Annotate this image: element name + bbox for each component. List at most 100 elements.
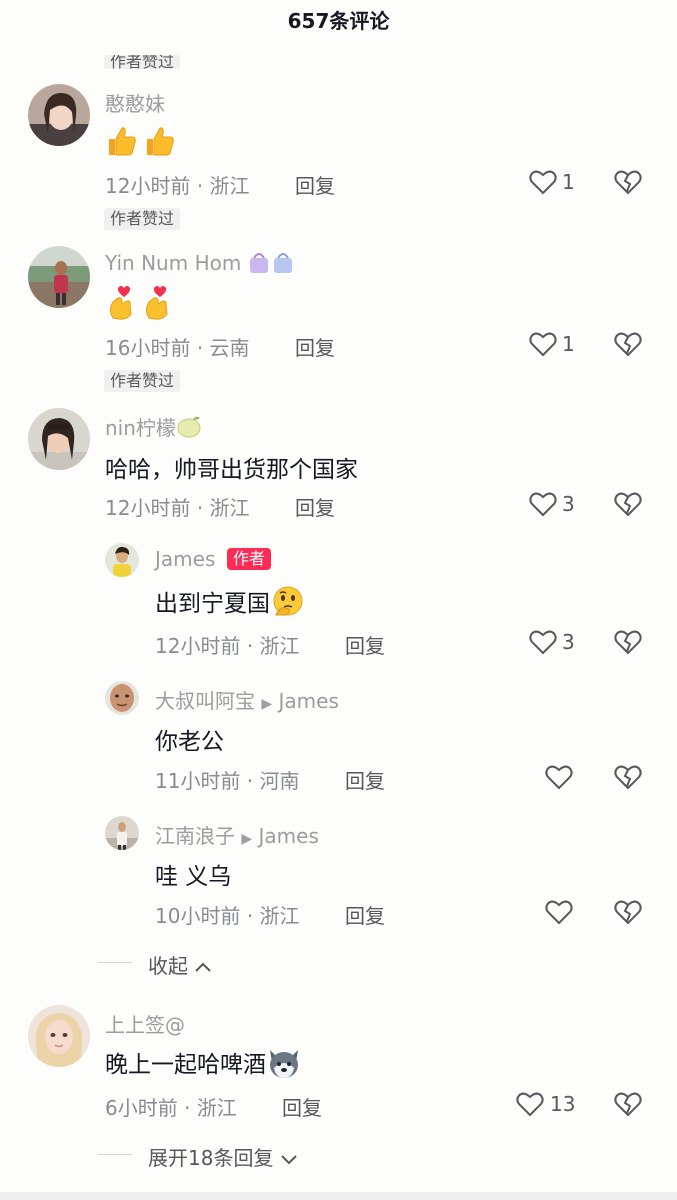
comment-location: 浙江 — [196, 1096, 237, 1120]
chevron-down-icon — [280, 1146, 298, 1170]
reply-button[interactable]: 回复 — [295, 332, 335, 361]
author-name-text: nin柠檬 — [105, 416, 176, 440]
comment-location: 浙江 — [209, 174, 250, 198]
like-count: 1 — [562, 332, 575, 356]
reply-meta: 12小时前 · 浙江 — [155, 630, 300, 659]
heart-outline-icon[interactable] — [529, 491, 557, 517]
reply-location: 河南 — [259, 769, 300, 793]
author-name-text: 江南浪子 — [155, 824, 235, 848]
divider — [98, 962, 132, 963]
author-name-text: Yin Num Hom — [105, 251, 242, 275]
comment-content: 晚上一起哈啤酒 — [105, 1045, 302, 1086]
comment-location: 浙江 — [209, 496, 250, 520]
reply-to-name[interactable]: James — [259, 824, 319, 848]
author-liked-badge: 作者赞过 — [104, 55, 181, 69]
lemon-icon — [176, 416, 202, 440]
comment-meta: 12小时前 · 浙江 — [105, 170, 250, 199]
reply-location: 浙江 — [259, 904, 300, 928]
author-liked-badge: 作者赞过 — [104, 208, 181, 230]
heart-outline-icon[interactable] — [529, 331, 557, 357]
divider — [98, 1154, 132, 1155]
broken-heart-icon[interactable] — [614, 331, 642, 357]
separator: · — [246, 634, 254, 658]
reply-button[interactable]: 回复 — [282, 1092, 322, 1121]
broken-heart-icon[interactable] — [614, 169, 642, 195]
comment-text: 晚上一起哈啤酒 — [105, 1052, 266, 1078]
comment-time: 6小时前 — [105, 1096, 178, 1120]
reply-author-name[interactable]: 江南浪子 ▶ James — [155, 820, 319, 849]
comment-location: 云南 — [209, 336, 250, 360]
broken-heart-icon[interactable] — [614, 491, 642, 517]
thumbs-up-icon — [143, 124, 177, 164]
heart-outline-icon[interactable] — [529, 169, 557, 195]
comment-time: 16小时前 — [105, 336, 191, 360]
separator: · — [196, 174, 204, 198]
reply-time: 10小时前 — [155, 904, 241, 928]
reply-author-name[interactable]: James — [155, 547, 215, 571]
reply-author-name[interactable]: 大叔叫阿宝 ▶ James — [155, 685, 339, 714]
separator: · — [184, 1096, 191, 1120]
reply-content: 出到宁夏国 — [155, 584, 306, 625]
comment-content: 哈哈，帅哥出货那个国家 — [105, 457, 358, 483]
broken-heart-icon[interactable] — [614, 899, 642, 925]
reply-button[interactable]: 回复 — [345, 765, 385, 794]
thumbs-up-icon — [105, 124, 139, 164]
heart-outline-icon[interactable] — [545, 899, 573, 925]
triangle-right-icon: ▶ — [261, 696, 273, 712]
broken-heart-icon[interactable] — [614, 1091, 642, 1117]
collapse-button[interactable]: 收起 — [148, 950, 212, 979]
separator: · — [246, 769, 254, 793]
reply-meta: 10小时前 · 浙江 — [155, 900, 300, 929]
bottom-edge — [0, 1192, 677, 1200]
reply-meta: 11小时前 · 河南 — [155, 765, 300, 794]
author-tag: 作者 — [227, 548, 272, 570]
finger-heart-icon — [105, 284, 137, 326]
reply-time: 12小时前 — [155, 634, 241, 658]
reply-time: 11小时前 — [155, 769, 241, 793]
chevron-up-icon — [194, 954, 212, 978]
comment-content — [105, 124, 177, 164]
avatar[interactable] — [105, 543, 139, 577]
like-count: 3 — [562, 492, 575, 516]
avatar[interactable] — [28, 408, 90, 470]
heart-outline-icon[interactable] — [545, 764, 573, 790]
author-name-text: 大叔叫阿宝 — [155, 689, 255, 713]
avatar[interactable] — [105, 816, 139, 850]
reply-button[interactable]: 回复 — [295, 492, 335, 521]
finger-heart-icon — [141, 284, 173, 326]
separator: · — [196, 496, 204, 520]
reply-content: 哇 义乌 — [155, 864, 232, 890]
triangle-right-icon: ▶ — [241, 831, 253, 847]
reply-button[interactable]: 回复 — [345, 630, 385, 659]
comment-time: 12小时前 — [105, 496, 191, 520]
avatar[interactable] — [28, 84, 90, 146]
husky-dog-icon — [266, 1046, 302, 1086]
like-count: 1 — [562, 170, 575, 194]
page-title: 657条评论 — [287, 9, 390, 33]
avatar[interactable] — [28, 246, 90, 308]
reply-text: 出到宁夏国 — [155, 591, 270, 617]
shopping-bag-icon — [248, 251, 296, 275]
comment-author-name[interactable]: 憨憨妹 — [105, 88, 165, 117]
separator: · — [246, 904, 254, 928]
avatar[interactable] — [105, 681, 139, 715]
expand-label: 展开18条回复 — [148, 1146, 274, 1170]
collapse-label: 收起 — [148, 954, 188, 978]
broken-heart-icon[interactable] — [614, 764, 642, 790]
broken-heart-icon[interactable] — [614, 629, 642, 655]
thinking-face-icon — [270, 585, 306, 625]
comment-author-name[interactable]: Yin Num Hom — [105, 250, 296, 275]
reply-content: 你老公 — [155, 729, 224, 755]
heart-outline-icon[interactable] — [516, 1091, 544, 1117]
like-count: 13 — [550, 1092, 576, 1116]
heart-outline-icon[interactable] — [529, 629, 557, 655]
comment-author-name[interactable]: 上上签@ — [105, 1009, 185, 1038]
comment-author-name[interactable]: nin柠檬 — [105, 412, 202, 441]
avatar[interactable] — [28, 1005, 90, 1067]
expand-replies-button[interactable]: 展开18条回复 — [148, 1142, 298, 1171]
reply-button[interactable]: 回复 — [295, 170, 335, 199]
reply-to-name[interactable]: James — [279, 689, 339, 713]
comment-content — [105, 284, 173, 326]
reply-button[interactable]: 回复 — [345, 900, 385, 929]
comment-meta: 12小时前 · 浙江 — [105, 492, 250, 521]
